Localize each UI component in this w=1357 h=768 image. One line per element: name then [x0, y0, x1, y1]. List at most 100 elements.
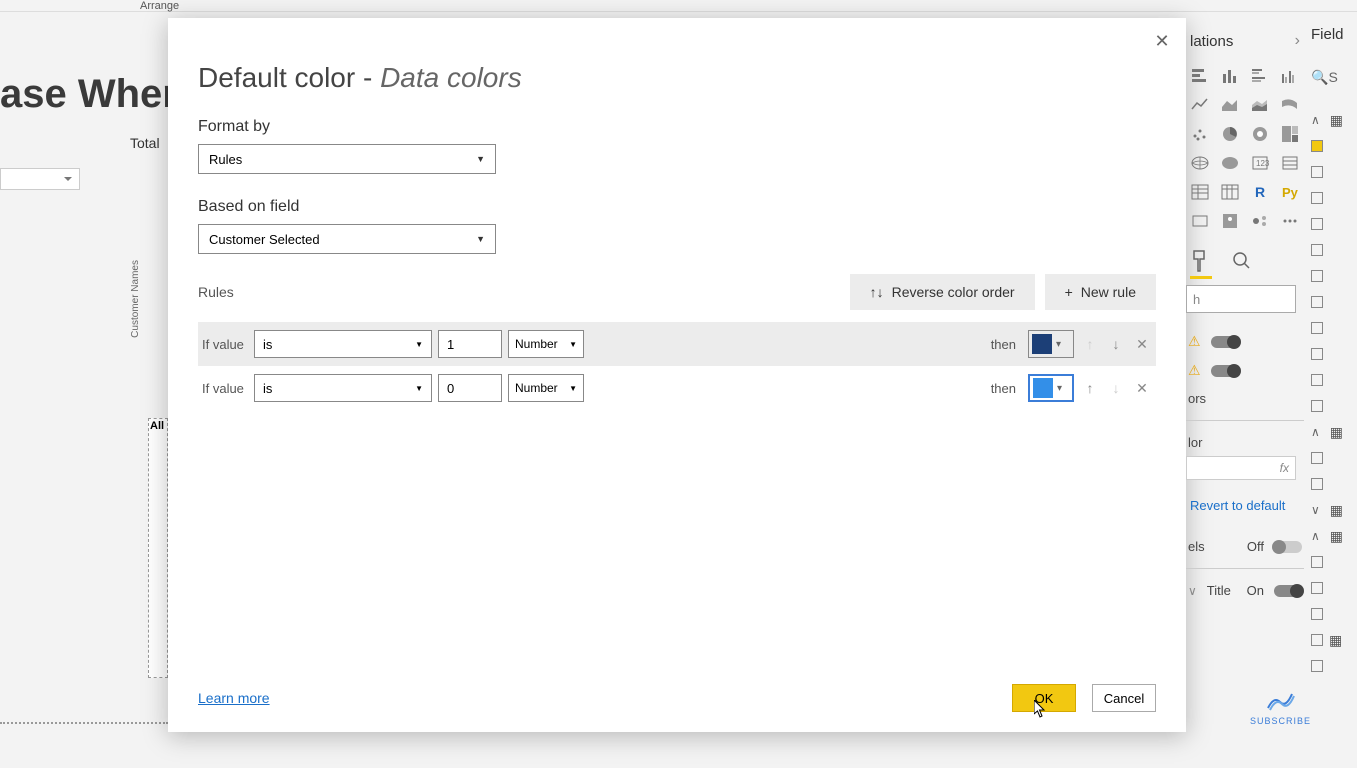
- viz-gauge-icon[interactable]: 123: [1248, 151, 1272, 175]
- format-data-labels[interactable]: els Off: [1186, 533, 1304, 560]
- based-on-field-dropdown[interactable]: Customer Selected: [198, 224, 496, 254]
- dialog-title-prefix: Default color -: [198, 62, 380, 93]
- viz-kpi-icon[interactable]: [1188, 209, 1212, 233]
- close-icon[interactable]: ✕: [1152, 32, 1172, 52]
- operator-dropdown[interactable]: is: [254, 330, 432, 358]
- fields-search[interactable]: 🔍 S: [1311, 65, 1341, 89]
- format-search-input[interactable]: h: [1186, 285, 1296, 313]
- dialog-title: Default color - Data colors: [198, 62, 1156, 94]
- viz-card-icon[interactable]: [1278, 151, 1302, 175]
- chevron-icon[interactable]: ∧: [1311, 113, 1320, 127]
- move-down-icon[interactable]: ↓: [1106, 334, 1126, 354]
- chevron-icon[interactable]: ∧: [1311, 425, 1320, 439]
- ok-button[interactable]: OK: [1012, 684, 1076, 712]
- new-rule-button-label: New rule: [1081, 284, 1136, 300]
- viz-clustered-column-icon[interactable]: [1278, 64, 1302, 88]
- viz-more-icon[interactable]: [1278, 209, 1302, 233]
- format-tab-icon[interactable]: [1190, 247, 1212, 275]
- format-by-dropdown[interactable]: Rules: [198, 144, 496, 174]
- value-input[interactable]: [438, 374, 502, 402]
- format-item[interactable]: ⚠: [1186, 356, 1304, 385]
- viz-line-icon[interactable]: [1188, 93, 1212, 117]
- field-checkbox[interactable]: [1311, 634, 1323, 646]
- toggle-state-label: On: [1247, 583, 1264, 598]
- field-checkbox[interactable]: [1311, 348, 1323, 360]
- toggle-switch[interactable]: [1211, 336, 1239, 348]
- format-title[interactable]: ∨ Title On: [1186, 577, 1304, 604]
- viz-table-icon[interactable]: [1188, 180, 1212, 204]
- field-checkbox[interactable]: [1311, 556, 1323, 568]
- viz-stacked-area-icon[interactable]: [1248, 93, 1272, 117]
- viz-r-icon[interactable]: R: [1248, 180, 1272, 204]
- field-checkbox[interactable]: [1311, 218, 1323, 230]
- value-input[interactable]: [438, 330, 502, 358]
- plus-icon: +: [1065, 284, 1073, 300]
- viz-area-icon[interactable]: [1218, 93, 1242, 117]
- field-checkbox[interactable]: [1311, 582, 1323, 594]
- revert-to-default-link[interactable]: Revert to default: [1190, 498, 1304, 513]
- field-checkbox[interactable]: [1311, 270, 1323, 282]
- field-checkbox[interactable]: [1311, 322, 1323, 334]
- learn-more-link[interactable]: Learn more: [198, 690, 270, 706]
- move-up-icon[interactable]: ↑: [1080, 378, 1100, 398]
- viz-arcgis-icon[interactable]: [1218, 209, 1242, 233]
- field-checkbox[interactable]: [1311, 192, 1323, 204]
- chart-visual-frame[interactable]: [148, 418, 168, 678]
- collapse-panel-icon[interactable]: ›: [1295, 32, 1300, 50]
- cancel-button[interactable]: Cancel: [1092, 684, 1156, 712]
- operator-dropdown[interactable]: is: [254, 374, 432, 402]
- chevron-icon[interactable]: ∧: [1311, 529, 1320, 543]
- color-swatch: [1033, 378, 1053, 398]
- table-icon: ▦: [1330, 528, 1343, 545]
- color-picker[interactable]: [1028, 330, 1074, 358]
- field-checkbox[interactable]: [1311, 608, 1323, 620]
- fx-button[interactable]: fx: [1186, 456, 1296, 480]
- field-checkbox[interactable]: [1311, 478, 1323, 490]
- reverse-button-label: Reverse color order: [892, 284, 1015, 300]
- format-item-label: lor: [1188, 435, 1302, 450]
- viz-scatter-icon[interactable]: [1188, 122, 1212, 146]
- viz-treemap-icon[interactable]: [1278, 122, 1302, 146]
- format-by-label: Format by: [198, 118, 1156, 136]
- format-item-label: Title: [1207, 583, 1237, 598]
- color-picker[interactable]: [1028, 374, 1074, 402]
- field-checkbox[interactable]: [1311, 400, 1323, 412]
- field-checkbox[interactable]: [1311, 660, 1323, 672]
- new-rule-button[interactable]: + New rule: [1045, 274, 1156, 310]
- viz-ribbon-icon[interactable]: [1278, 93, 1302, 117]
- type-dropdown[interactable]: Number: [508, 374, 584, 402]
- viz-donut-icon[interactable]: [1248, 122, 1272, 146]
- viz-pie-icon[interactable]: [1218, 122, 1242, 146]
- viz-stacked-bar-icon[interactable]: [1188, 64, 1212, 88]
- viz-filled-map-icon[interactable]: [1218, 151, 1242, 175]
- reverse-color-order-button[interactable]: ↑↓ Reverse color order: [850, 274, 1035, 310]
- format-item-label: els: [1188, 539, 1237, 554]
- viz-python-icon[interactable]: Py: [1278, 180, 1302, 204]
- viz-stacked-column-icon[interactable]: [1218, 64, 1242, 88]
- delete-rule-icon[interactable]: ✕: [1132, 334, 1152, 354]
- toggle-switch[interactable]: [1274, 541, 1302, 553]
- toggle-switch[interactable]: [1274, 585, 1302, 597]
- report-title-partial: ase Wher: [0, 72, 178, 117]
- field-checkbox[interactable]: [1311, 452, 1323, 464]
- delete-rule-icon[interactable]: ✕: [1132, 378, 1152, 398]
- format-data-colors[interactable]: ors: [1186, 385, 1304, 412]
- field-checkbox[interactable]: [1311, 140, 1323, 152]
- chart-title-total: Total: [130, 135, 160, 151]
- then-label: then: [991, 337, 1016, 352]
- viz-clustered-bar-icon[interactable]: [1248, 64, 1272, 88]
- type-dropdown[interactable]: Number: [508, 330, 584, 358]
- viz-key-influencers-icon[interactable]: [1248, 209, 1272, 233]
- toggle-switch[interactable]: [1211, 365, 1239, 377]
- field-checkbox[interactable]: [1311, 374, 1323, 386]
- fields-panel: Field 🔍 S ∧▦ ∧▦ ∨▦ ∧▦ ▦: [1311, 26, 1357, 679]
- field-checkbox[interactable]: [1311, 244, 1323, 256]
- chevron-icon[interactable]: ∨: [1311, 503, 1320, 517]
- format-item[interactable]: ⚠: [1186, 327, 1304, 356]
- viz-map-icon[interactable]: [1188, 151, 1212, 175]
- field-checkbox[interactable]: [1311, 296, 1323, 308]
- viz-matrix-icon[interactable]: [1218, 180, 1242, 204]
- field-checkbox[interactable]: [1311, 166, 1323, 178]
- analytics-tab-icon[interactable]: [1230, 247, 1252, 275]
- slicer-dropdown[interactable]: [0, 168, 80, 190]
